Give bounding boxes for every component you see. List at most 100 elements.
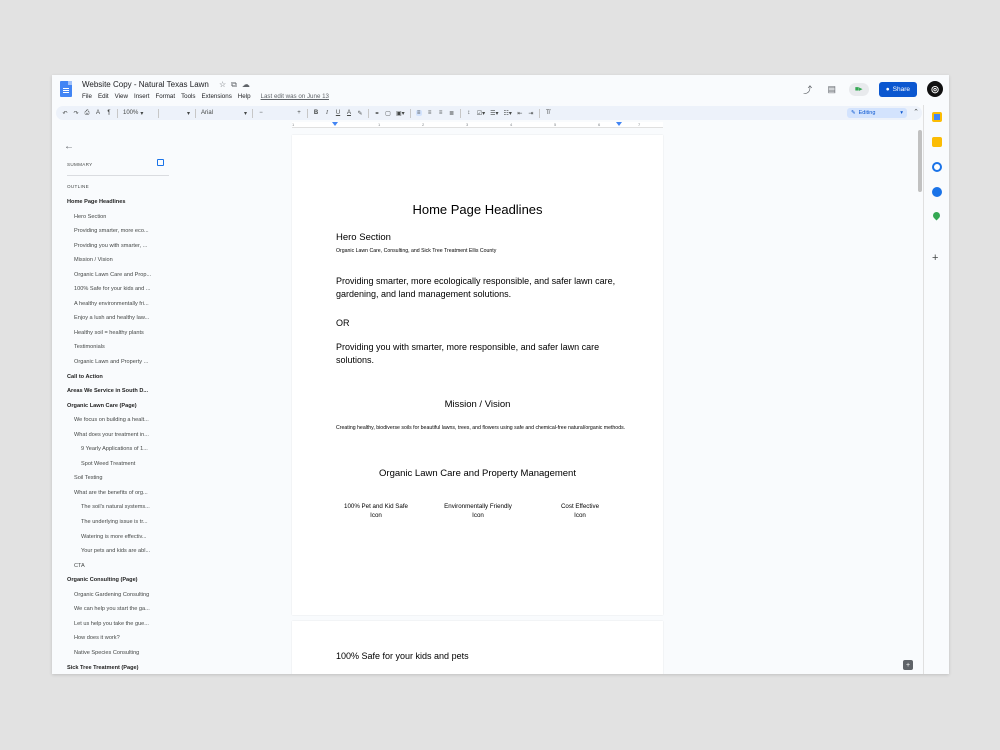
font-select[interactable]: Arial ▾ [201,110,247,117]
right-indent-marker-icon[interactable] [616,122,622,126]
document-page[interactable]: 100% Safe for your kids and pets [292,621,663,674]
clear-formatting-icon[interactable]: T̸ [545,110,551,116]
italic-button[interactable]: I [324,110,330,116]
text-color-icon[interactable]: A [346,110,352,116]
comment-history-icon[interactable]: ▤ [825,84,839,95]
feature-column[interactable]: Environmentally Friendly Icon [438,502,518,520]
line-spacing-icon[interactable]: ↕ [466,110,472,116]
maps-icon[interactable] [931,210,942,221]
add-summary-icon[interactable] [157,159,164,166]
menu-tools[interactable]: Tools [181,93,195,100]
align-right-icon[interactable]: ≡ [438,110,444,116]
docs-logo-icon[interactable] [60,81,72,97]
outline-item[interactable]: Soil Testing [67,473,169,488]
share-button[interactable]: ● Share [878,81,917,97]
document-canvas[interactable]: Home Page Headlines Hero Section Organic… [227,130,919,674]
scrollbar-thumb[interactable] [918,130,922,192]
outline-item[interactable]: A healthy environmentally fri... [67,299,169,314]
outline-item[interactable]: The underlying issue is tr... [67,517,169,532]
feature-column[interactable]: 100% Pet and Kid Safe Icon [336,502,416,520]
hero-subtitle[interactable]: Organic Lawn Care, Consulting, and Sick … [336,248,626,254]
outline-item[interactable]: Testimonials [67,342,169,357]
heading-100-safe[interactable]: 100% Safe for your kids and pets [336,651,626,661]
outline-item[interactable]: We focus on building a healt... [67,415,169,430]
decrease-indent-icon[interactable]: ⇤ [517,110,523,117]
outline-item[interactable]: Organic Lawn Care (Page) [67,401,169,416]
menu-view[interactable]: View [115,93,128,100]
paint-format-icon[interactable]: ¶ [106,110,112,116]
ruler[interactable]: 1 1 2 3 4 5 6 7 [292,122,663,128]
outline-item[interactable]: Watering is more effectiv... [67,532,169,547]
bold-button[interactable]: B [313,110,319,116]
explore-icon[interactable]: + [903,660,913,670]
paragraph-or[interactable]: OR [336,318,626,328]
bulleted-list-icon[interactable]: ☰▾ [490,110,498,117]
star-icon[interactable]: ☆ [219,80,226,90]
checklist-icon[interactable]: ☑▾ [477,110,485,117]
indent-marker-icon[interactable] [332,122,338,126]
outline-item[interactable]: CTA [67,561,169,576]
outline-item[interactable]: Organic Gardening Consulting [67,590,169,605]
heading-home-page-headlines[interactable]: Home Page Headlines [292,202,663,217]
align-left-icon[interactable]: ≡ [415,110,422,116]
align-justify-icon[interactable]: ≣ [449,110,455,117]
menu-file[interactable]: File [82,93,92,100]
spellcheck-icon[interactable]: A [95,110,101,116]
numbered-list-icon[interactable]: ☷▾ [503,110,511,117]
print-icon[interactable]: ⎙ [84,110,90,117]
zoom-select[interactable]: 100% ▾ [123,110,153,117]
outline-item[interactable]: Providing you with smarter, ... [67,241,169,256]
outline-item[interactable]: The soil's natural systems... [67,502,169,517]
editing-mode-select[interactable]: ✎ Editing ▾ [847,108,907,118]
outline-item[interactable]: 9 Yearly Applications of 1... [67,444,169,459]
activity-trend-icon[interactable]: ⤴ [801,83,815,96]
menu-edit[interactable]: Edit [98,93,109,100]
increase-indent-icon[interactable]: ⇥ [528,110,534,117]
menu-help[interactable]: Help [238,93,251,100]
feature-column[interactable]: Cost Effective Icon [540,502,620,520]
style-select[interactable]: ▾ [164,110,190,117]
heading-organic-lawn-care[interactable]: Organic Lawn Care and Property Managemen… [292,468,663,479]
heading-mission-vision[interactable]: Mission / Vision [292,399,663,410]
outline-item[interactable]: 100% Safe for your kids and ... [67,284,169,299]
align-center-icon[interactable]: ≡ [427,110,433,116]
outline-item[interactable]: We can help you start the ga... [67,604,169,619]
cloud-status-icon[interactable]: ☁ [242,80,250,90]
meet-button[interactable]: ■▸ [848,82,869,96]
paragraph-providing-you[interactable]: Providing you with smarter, more respons… [336,341,626,367]
calendar-icon[interactable] [932,112,942,122]
increase-font-size-icon[interactable]: + [296,110,302,116]
outline-item[interactable]: Organic Lawn and Property ... [67,357,169,372]
account-avatar[interactable]: ◎ [927,81,943,97]
outline-item[interactable]: Let us help you take the gue... [67,619,169,634]
arrow-back-icon[interactable]: ← [64,141,74,152]
document-title[interactable]: Website Copy - Natural Texas Lawn [82,80,209,89]
menu-format[interactable]: Format [155,93,175,100]
heading-hero-section[interactable]: Hero Section [336,232,626,243]
outline-item[interactable]: How does it work? [67,633,169,648]
outline-item[interactable]: Mission / Vision [67,255,169,270]
outline-item[interactable]: Sick Tree Treatment (Page) [67,663,169,675]
outline-item[interactable]: Spot Weed Treatment [67,459,169,474]
decrease-font-size-icon[interactable]: − [258,110,264,116]
menu-extensions[interactable]: Extensions [202,93,232,100]
move-folder-icon[interactable]: ⧉ [231,80,237,90]
outline-item[interactable]: Healthy soil = healthy plants [67,328,169,343]
outline-item[interactable]: Organic Lawn Care and Prop... [67,270,169,285]
outline-item[interactable]: Your pets and kids are abl... [67,546,169,561]
add-addon-icon[interactable]: + [932,252,938,264]
highlight-color-icon[interactable]: ✎ [357,110,363,117]
paragraph-providing-smarter[interactable]: Providing smarter, more ecologically res… [336,275,626,301]
last-edit-link[interactable]: Last edit was on June 13 [261,93,329,100]
redo-icon[interactable]: ↷ [73,110,79,117]
tasks-icon[interactable] [932,162,942,172]
outline-item[interactable]: What does your treatment in... [67,430,169,445]
outline-item[interactable]: Enjoy a lush and healthy law... [67,313,169,328]
chevron-up-icon[interactable]: ⌃ [913,108,919,116]
undo-icon[interactable]: ↶ [62,110,68,117]
mission-text[interactable]: Creating healthy, biodiverse soils for b… [336,425,626,432]
outline-item[interactable]: Native Species Consulting [67,648,169,663]
underline-button[interactable]: U [335,110,341,116]
outline-item[interactable]: Call to Action [67,372,169,387]
outline-item[interactable]: What are the benefits of org... [67,488,169,503]
